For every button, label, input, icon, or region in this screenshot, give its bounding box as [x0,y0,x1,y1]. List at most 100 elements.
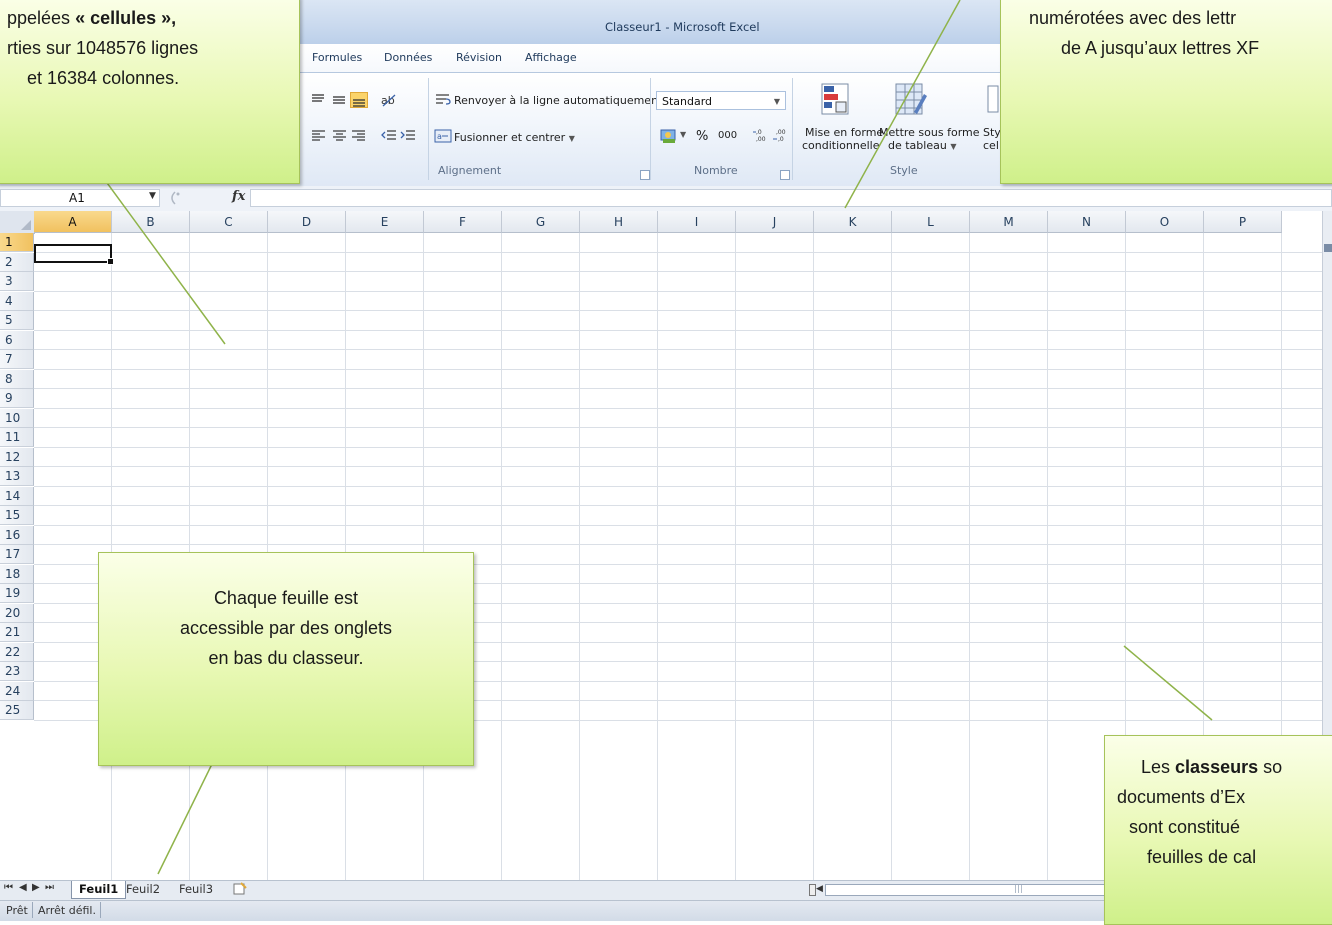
row-header[interactable]: 11 [0,428,34,447]
sheet-tab-feuil3[interactable]: Feuil3 [172,881,220,898]
row-header[interactable]: 4 [0,291,34,311]
merge-center-button[interactable]: Fusionner et centrer ▼ [454,131,575,144]
number-dialog-launcher-icon[interactable] [780,170,790,180]
conditional-formatting-icon[interactable] [820,82,852,118]
row-header[interactable]: 16 [0,525,34,545]
row-header[interactable]: 8 [0,369,34,389]
cell-styles-line1[interactable]: Sty [983,126,1001,139]
callout-workbooks-line4: feuilles de cal [1147,847,1257,867]
cell-styles-line2[interactable]: cel [983,139,999,152]
column-header[interactable]: M [970,211,1048,233]
window-title: Classeur1 - Microsoft Excel [605,20,760,34]
decrease-decimal-icon[interactable]: ,00,0 [772,127,790,143]
formula-bar-resize-icon[interactable] [165,190,181,206]
merge-center-icon[interactable]: a [434,128,452,144]
sheet-tab-feuil1[interactable]: Feuil1 [71,881,127,899]
conditional-formatting-line1[interactable]: Mise en forme [805,126,883,139]
align-right-icon[interactable] [350,128,368,144]
cell-styles-icon[interactable] [986,84,1000,114]
insert-sheet-icon[interactable] [232,882,248,896]
format-as-table-line2[interactable]: de tableau ▼ [888,139,956,152]
column-header[interactable]: A [34,211,112,233]
row-header[interactable]: 25 [0,701,34,720]
first-sheet-icon[interactable]: ⏮ [4,882,13,893]
row-header[interactable]: 1 [0,233,34,252]
conditional-formatting-line2[interactable]: conditionnelle [802,139,879,152]
row-header[interactable]: 14 [0,486,34,506]
wrap-text-button[interactable]: Renvoyer à la ligne automatiquement [454,94,662,107]
name-box-dropdown-icon[interactable]: ▼ [149,191,156,201]
row-header[interactable]: 18 [0,564,34,584]
decrease-indent-icon[interactable] [380,128,398,144]
column-header[interactable]: I [658,211,736,233]
alignment-dialog-launcher-icon[interactable] [640,170,650,180]
column-header[interactable]: C [190,211,268,233]
last-sheet-icon[interactable]: ⏭ [45,882,54,893]
insert-function-icon[interactable]: fx [232,189,245,204]
column-header[interactable]: P [1204,211,1282,233]
horizontal-split-handle-icon[interactable] [809,884,816,896]
select-all-button[interactable] [0,211,35,234]
row-header[interactable]: 2 [0,252,34,272]
wrap-text-icon[interactable] [434,92,452,108]
column-header[interactable]: O [1126,211,1204,233]
align-left-icon[interactable] [310,128,328,144]
prev-sheet-icon[interactable]: ◀ [19,882,27,893]
column-header[interactable]: B [112,211,190,233]
chevron-down-icon[interactable]: ▼ [680,130,686,139]
next-sheet-icon[interactable]: ▶ [32,882,40,893]
currency-format-icon[interactable] [660,128,678,144]
column-header[interactable]: J [736,211,814,233]
row-header[interactable]: 24 [0,681,34,701]
row-header[interactable]: 3 [0,272,34,291]
svg-text:,0: ,0 [756,129,762,136]
row-header[interactable]: 6 [0,330,34,350]
percent-button[interactable]: % [696,129,708,144]
row-header[interactable]: 12 [0,447,34,467]
column-header[interactable]: N [1048,211,1126,233]
row-header[interactable]: 23 [0,662,34,681]
align-middle-icon[interactable] [331,92,349,108]
sheet-tab-feuil2[interactable]: Feuil2 [119,881,167,898]
row-header[interactable]: 9 [0,389,34,408]
gridline-horizontal [34,271,1332,272]
column-header[interactable]: K [814,211,892,233]
row-header[interactable]: 21 [0,623,34,642]
row-header[interactable]: 15 [0,506,34,525]
row-header[interactable]: 10 [0,408,34,428]
column-header[interactable]: G [502,211,580,233]
increase-decimal-icon[interactable]: ,0,00 [752,127,770,143]
tab-donnees[interactable]: Données [384,51,432,64]
active-cell[interactable] [34,244,114,265]
tab-formules[interactable]: Formules [312,51,362,64]
align-top-icon[interactable] [310,92,328,108]
row-header[interactable]: 19 [0,584,34,603]
tab-affichage[interactable]: Affichage [525,51,577,64]
format-as-table-line1[interactable]: Mettre sous forme [879,126,980,139]
align-center-icon[interactable] [331,128,349,144]
row-header[interactable]: 22 [0,642,34,662]
tab-revision[interactable]: Révision [456,51,502,64]
orientation-icon[interactable]: ab [380,92,398,108]
callout-cells-prefix: ppelées [7,8,76,28]
column-header[interactable]: D [268,211,346,233]
formula-input[interactable] [250,189,1332,207]
row-header[interactable]: 7 [0,350,34,369]
separator [32,902,33,918]
row-header[interactable]: 13 [0,467,34,486]
row-header[interactable]: 17 [0,545,34,564]
name-box[interactable]: A1 [0,189,160,207]
column-header[interactable]: F [424,211,502,233]
row-header[interactable]: 5 [0,311,34,330]
align-bottom-icon[interactable] [350,92,368,108]
row-header[interactable]: 20 [0,603,34,623]
column-header[interactable]: H [580,211,658,233]
split-handle-icon[interactable] [1324,244,1332,252]
column-header[interactable]: E [346,211,424,233]
increase-indent-icon[interactable] [399,128,417,144]
format-as-table-icon[interactable] [894,82,928,118]
column-header[interactable]: L [892,211,970,233]
number-format-select[interactable]: Standard ▼ [656,91,786,110]
scroll-left-icon[interactable]: ◀ [816,884,823,894]
thousands-button[interactable]: 000 [718,130,737,141]
